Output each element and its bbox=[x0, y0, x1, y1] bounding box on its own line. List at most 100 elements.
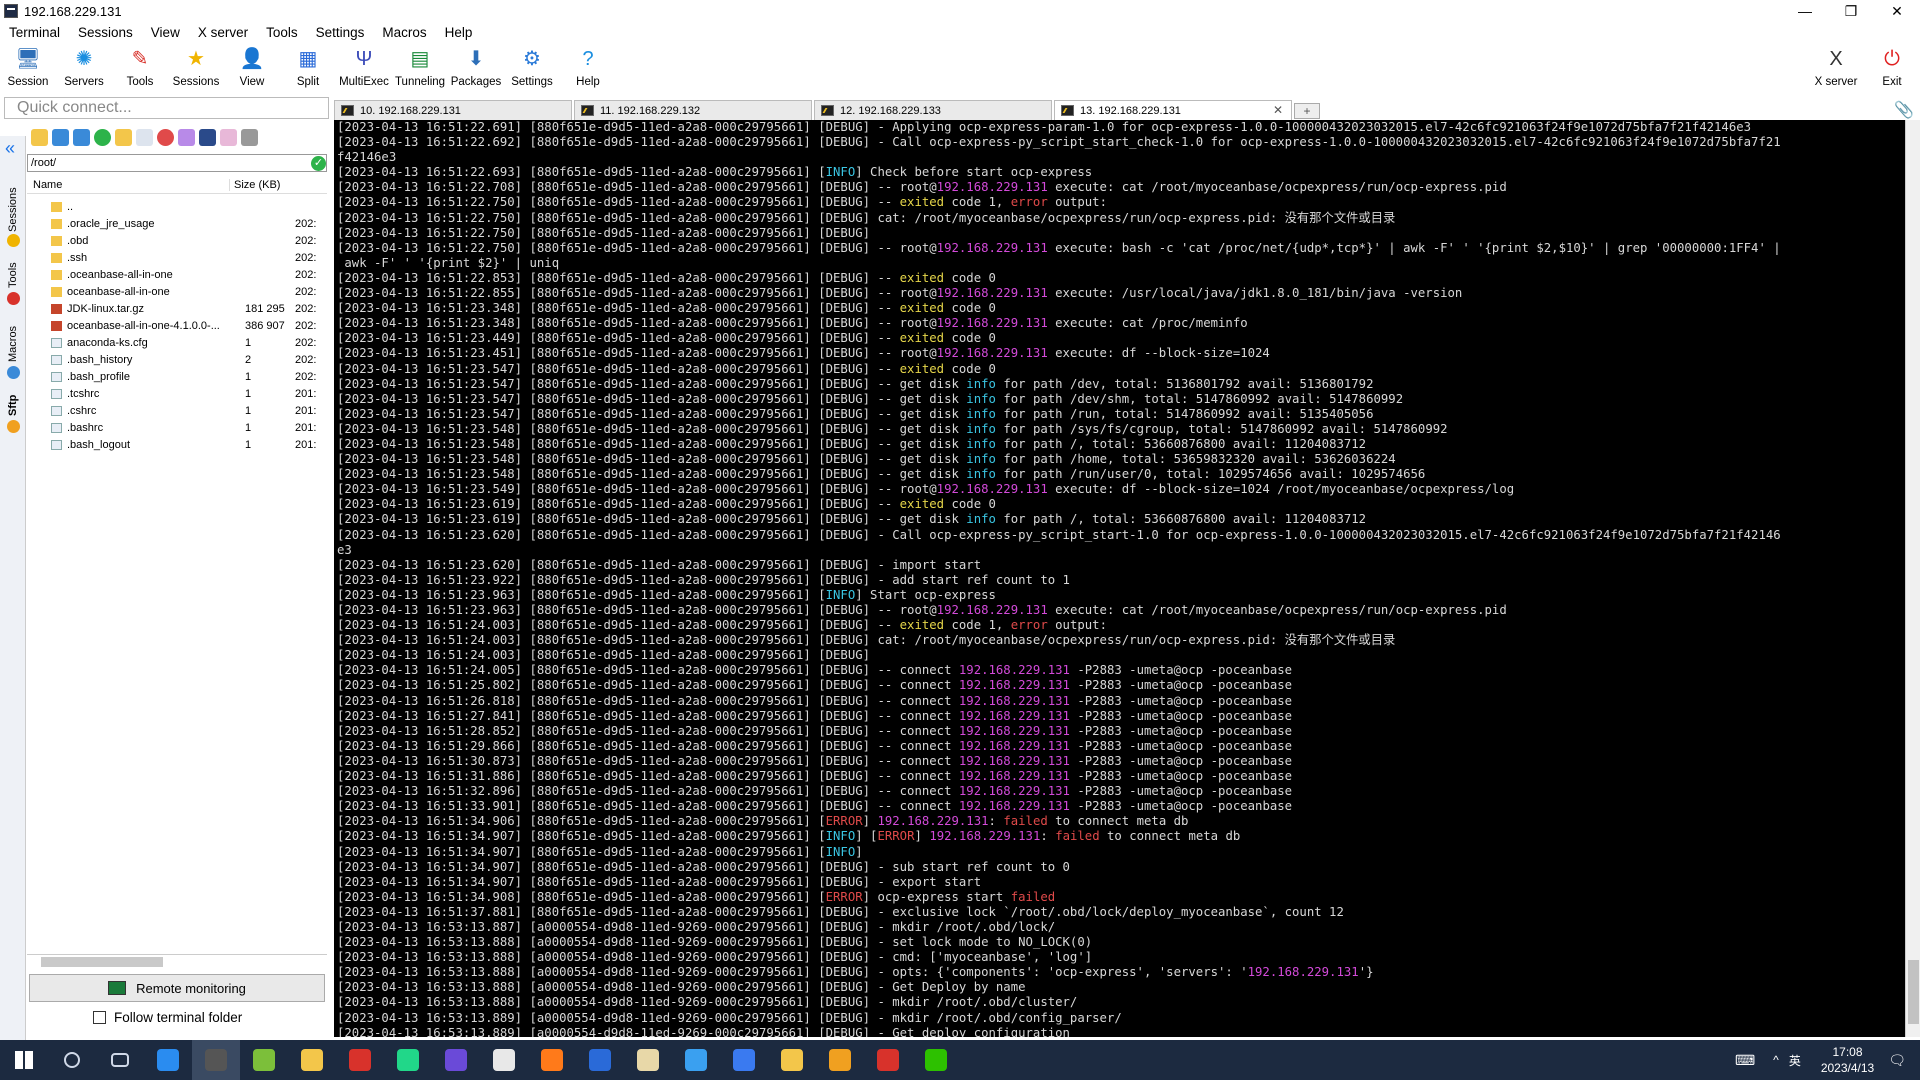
tray-chevron-icon[interactable]: ^ bbox=[1773, 1053, 1779, 1067]
file-row[interactable]: .bash_history 2 202: bbox=[27, 351, 327, 368]
menu-sessions[interactable]: Sessions bbox=[69, 25, 142, 40]
folder-taskbar-button[interactable] bbox=[768, 1040, 816, 1080]
pen-taskbar-button[interactable] bbox=[720, 1040, 768, 1080]
notification-icon[interactable]: 🗨 bbox=[1888, 1052, 1906, 1069]
clock[interactable]: 17:08 2023/4/13 bbox=[1821, 1044, 1874, 1076]
notepad-plus-taskbar-button[interactable] bbox=[240, 1040, 288, 1080]
rename-icon[interactable] bbox=[178, 128, 195, 146]
file-row[interactable]: oceanbase-all-in-one 202: bbox=[27, 283, 327, 300]
session-tab[interactable]: 11. 192.168.229.132 bbox=[574, 100, 812, 120]
dbeaver-taskbar-button[interactable] bbox=[432, 1040, 480, 1080]
quick-connect-input[interactable]: Quick connect... bbox=[4, 97, 329, 119]
x-server-button[interactable]: X X server bbox=[1808, 42, 1864, 94]
feishu-taskbar-button[interactable] bbox=[144, 1040, 192, 1080]
column-size[interactable]: Size (KB) bbox=[229, 178, 297, 191]
column-name[interactable]: Name bbox=[27, 179, 229, 191]
photos-taskbar-button[interactable] bbox=[672, 1040, 720, 1080]
vm-taskbar-button[interactable] bbox=[576, 1040, 624, 1080]
squirrel-taskbar-button[interactable] bbox=[288, 1040, 336, 1080]
follow-terminal-folder-checkbox[interactable]: Follow terminal folder bbox=[93, 1010, 242, 1025]
servers-button[interactable]: ✺ Servers bbox=[56, 42, 112, 94]
menu-macros[interactable]: Macros bbox=[373, 25, 435, 40]
file-row[interactable]: .bash_logout 1 201: bbox=[27, 436, 327, 453]
menu-settings[interactable]: Settings bbox=[307, 25, 374, 40]
box-taskbar-button[interactable] bbox=[816, 1040, 864, 1080]
file-row[interactable]: .bash_profile 1 202: bbox=[27, 368, 327, 385]
side-tab-tools[interactable]: Tools bbox=[4, 252, 22, 288]
file-row[interactable]: .tcshrc 1 201: bbox=[27, 385, 327, 402]
note-taskbar-button[interactable] bbox=[624, 1040, 672, 1080]
path-ok-icon[interactable]: ✓ bbox=[311, 156, 326, 171]
help-button[interactable]: ? Help bbox=[560, 42, 616, 94]
menu-x-server[interactable]: X server bbox=[189, 25, 257, 40]
folder-up-icon[interactable] bbox=[31, 128, 48, 146]
file-row[interactable]: .cshrc 1 201: bbox=[27, 402, 327, 419]
collapse-chevron-icon[interactable]: « bbox=[5, 138, 15, 159]
file-row[interactable]: .oceanbase-all-in-one 202: bbox=[27, 266, 327, 283]
session-tab[interactable]: 12. 192.168.229.133 bbox=[814, 100, 1052, 120]
file-row[interactable]: JDK-linux.tar.gz 181 295 202: bbox=[27, 300, 327, 317]
firefox-taskbar-button[interactable] bbox=[528, 1040, 576, 1080]
new-folder-icon[interactable] bbox=[115, 128, 132, 146]
menu-view[interactable]: View bbox=[142, 25, 189, 40]
chrome-taskbar-button[interactable] bbox=[480, 1040, 528, 1080]
side-tab-macros[interactable]: Macros bbox=[4, 316, 22, 362]
terminal-scrollbar-thumb[interactable] bbox=[1908, 960, 1919, 1024]
upload-icon[interactable] bbox=[73, 128, 90, 146]
settings-button[interactable]: ⚙ Settings bbox=[504, 42, 560, 94]
mobaxterm-taskbar-button[interactable] bbox=[192, 1040, 240, 1080]
menu-terminal[interactable]: Terminal bbox=[0, 25, 69, 40]
packages-button[interactable]: ⬇ Packages bbox=[448, 42, 504, 94]
wps-taskbar-button[interactable] bbox=[864, 1040, 912, 1080]
ime-indicator[interactable]: 英 bbox=[1789, 1052, 1801, 1069]
tool-icon[interactable] bbox=[220, 128, 237, 146]
search-taskbar-button[interactable] bbox=[48, 1040, 96, 1080]
file-row[interactable]: anaconda-ks.cfg 1 202: bbox=[27, 334, 327, 351]
new-file-icon[interactable] bbox=[136, 128, 153, 146]
terminal-icon[interactable] bbox=[241, 128, 258, 146]
task-view-taskbar-button[interactable] bbox=[96, 1040, 144, 1080]
sessions-button[interactable]: ★ Sessions bbox=[168, 42, 224, 94]
new-tab-button[interactable]: + bbox=[1294, 103, 1320, 119]
terminal-scrollbar[interactable] bbox=[1905, 120, 1920, 1037]
session-tab[interactable]: 13. 192.168.229.131 ✕ bbox=[1054, 100, 1292, 120]
menu-tools[interactable]: Tools bbox=[257, 25, 307, 40]
file-row[interactable]: .oracle_jre_usage 202: bbox=[27, 215, 327, 232]
keyboard-icon[interactable]: ⌨ bbox=[1735, 1052, 1755, 1069]
minimize-button[interactable]: — bbox=[1782, 0, 1828, 22]
permissions-icon[interactable] bbox=[199, 128, 216, 146]
close-tab-icon[interactable]: ✕ bbox=[1273, 103, 1283, 117]
terminal-output[interactable]: [2023-04-13 16:51:22.691] [880f651e-d9d5… bbox=[334, 120, 1905, 1037]
sftp-path-input[interactable]: /root/ bbox=[27, 154, 327, 172]
pycharm-taskbar-button[interactable] bbox=[384, 1040, 432, 1080]
maximize-button[interactable]: ❐ bbox=[1828, 0, 1874, 22]
file-row[interactable]: .obd 202: bbox=[27, 232, 327, 249]
download-icon[interactable] bbox=[52, 128, 69, 146]
refresh-icon[interactable] bbox=[94, 128, 111, 146]
delete-icon[interactable] bbox=[157, 128, 174, 146]
wechat-taskbar-button[interactable] bbox=[912, 1040, 960, 1080]
menu-help[interactable]: Help bbox=[436, 25, 482, 40]
remote-monitoring-button[interactable]: Remote monitoring bbox=[29, 974, 325, 1002]
exit-button[interactable]: ⏻ Exit bbox=[1864, 42, 1920, 94]
close-button[interactable]: ✕ bbox=[1874, 0, 1920, 22]
side-tab-sftp[interactable]: Sftp bbox=[4, 386, 22, 416]
view-button[interactable]: 👤 View bbox=[224, 42, 280, 94]
multiexec-button[interactable]: Ψ MultiExec bbox=[336, 42, 392, 94]
file-row[interactable]: .ssh 202: bbox=[27, 249, 327, 266]
checkbox[interactable] bbox=[93, 1011, 106, 1024]
file-row[interactable]: oceanbase-all-in-one-4.1.0.0-... 386 907 2… bbox=[27, 317, 327, 334]
tunneling-button[interactable]: ▤ Tunneling bbox=[392, 42, 448, 94]
tools-button[interactable]: ✎ Tools bbox=[112, 42, 168, 94]
paperclip-icon[interactable]: 📎 bbox=[1894, 100, 1914, 120]
session-button[interactable]: 🖥 Session bbox=[0, 42, 56, 94]
split-button[interactable]: ▦ Split bbox=[280, 42, 336, 94]
file-row[interactable]: .. bbox=[27, 198, 327, 215]
horizontal-scrollbar[interactable] bbox=[27, 954, 327, 968]
session-tab[interactable]: 10. 192.168.229.131 bbox=[334, 100, 572, 120]
side-tab-sessions[interactable]: Sessions bbox=[4, 176, 22, 232]
scrollbar-thumb[interactable] bbox=[41, 957, 163, 967]
windows-start-taskbar-button[interactable] bbox=[0, 1040, 48, 1080]
redis-taskbar-button[interactable] bbox=[336, 1040, 384, 1080]
file-row[interactable]: .bashrc 1 201: bbox=[27, 419, 327, 436]
